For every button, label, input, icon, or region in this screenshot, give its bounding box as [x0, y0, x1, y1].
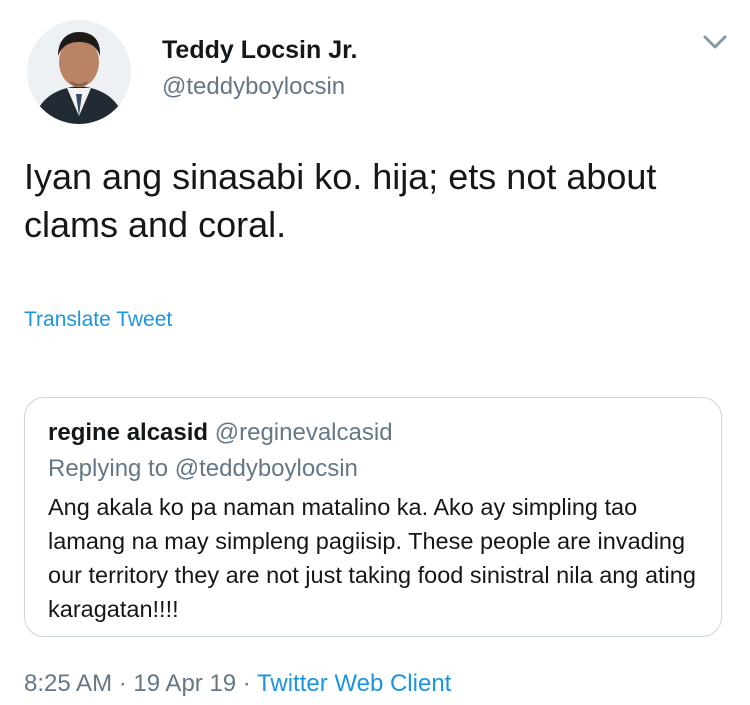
tweet-meta: 8:25 AM · 19 Apr 19 · Twitter Web Client: [24, 670, 451, 698]
author-handle[interactable]: @teddyboylocsin: [162, 73, 345, 101]
quoted-tweet-text: Ang akala ko pa naman matalino ka. Ako a…: [48, 494, 696, 622]
translate-tweet-link[interactable]: Translate Tweet: [24, 308, 172, 332]
replying-to-label: Replying to @teddyboylocsin: [48, 455, 358, 482]
tweet-client-link[interactable]: Twitter Web Client: [257, 670, 451, 697]
quoted-tweet-card[interactable]: regine alcasid @reginevalcasid Replying …: [24, 397, 722, 637]
meta-separator: ·: [236, 670, 258, 697]
quoted-author-name: regine alcasid: [48, 419, 209, 446]
chevron-down-icon[interactable]: [700, 30, 730, 54]
avatar[interactable]: [27, 20, 131, 124]
author-name[interactable]: Teddy Locsin Jr.: [162, 36, 357, 65]
tweet-text: Iyan ang sinasabi ko. hija; ets not abou…: [24, 156, 657, 245]
meta-separator: ·: [112, 670, 134, 697]
quoted-tweet-header: regine alcasid @reginevalcasid: [48, 419, 393, 447]
tweet-date: 19 Apr 19: [133, 670, 237, 697]
avatar-photo: [27, 20, 131, 124]
tweet-time: 8:25 AM: [24, 670, 113, 697]
quoted-author-handle: @reginevalcasid: [214, 419, 393, 446]
